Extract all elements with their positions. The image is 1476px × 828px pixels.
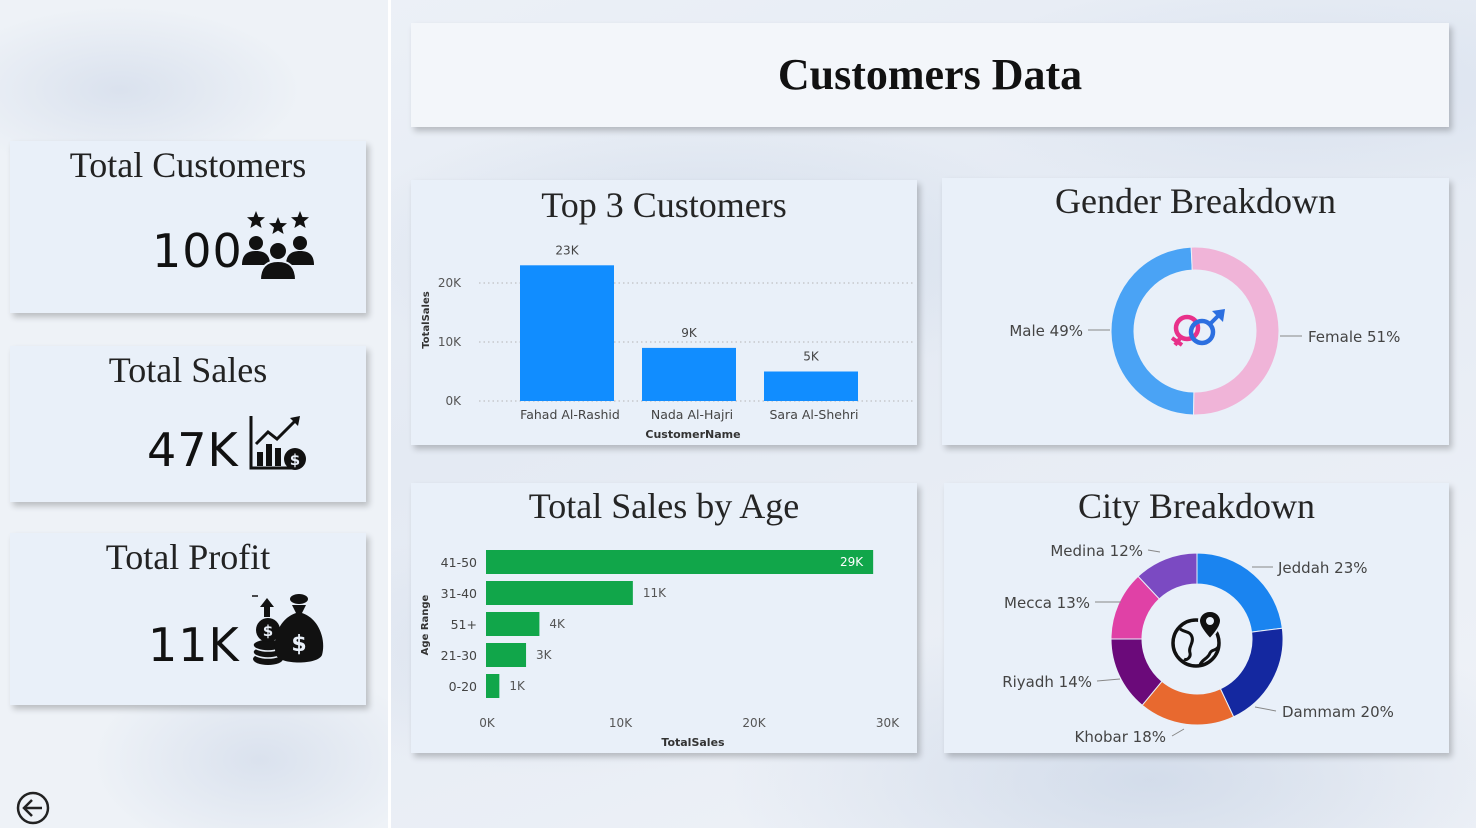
back-arrow-icon[interactable] — [16, 791, 50, 825]
sidebar-divider — [388, 0, 391, 828]
slice-label: Medina 12% — [1050, 542, 1143, 560]
bar — [642, 347, 736, 401]
kpi-value: 100 — [152, 224, 243, 278]
x-tick-label: 0K — [479, 716, 496, 730]
y-tick-label: 0K — [445, 394, 462, 408]
data-label: 3K — [536, 648, 553, 662]
y-tick-label: 51+ — [451, 617, 477, 632]
slice-label: Dammam 20% — [1282, 703, 1394, 721]
svg-text:$: $ — [263, 622, 273, 640]
kpi-card-total-sales: Total Sales 47K $ — [10, 346, 366, 502]
kpi-value: 11K — [148, 618, 240, 672]
slice-label: Male 49% — [1009, 322, 1083, 340]
y-tick-label: 41-50 — [441, 555, 477, 570]
x-tick-label: Sara Al-Shehri — [770, 407, 859, 422]
x-tick-label: 20K — [742, 716, 766, 730]
x-tick-label: 10K — [609, 716, 633, 730]
slice-label: Jeddah 23% — [1277, 559, 1368, 577]
leader-line — [1254, 706, 1277, 712]
slice-label: Female 51% — [1308, 328, 1400, 346]
y-axis-label: TotalSales — [421, 291, 432, 348]
data-label: 4K — [549, 617, 566, 631]
bar — [486, 550, 874, 574]
panel-gender-breakdown: Gender Breakdown Male 49% Female 51% — [942, 178, 1449, 445]
kpi-title: Total Sales — [108, 350, 268, 390]
x-tick-label: Nada Al-Hajri — [651, 407, 733, 422]
leader-line — [1147, 549, 1161, 553]
header-card: Customers Data — [411, 23, 1449, 127]
bar — [486, 643, 527, 667]
data-label: 5K — [803, 350, 820, 364]
city-donut-chart: Jeddah 23% Dammam 20% Khobar 18% Riyadh 14%… — [1002, 542, 1394, 746]
money-bags-icon: $ $ — [252, 594, 324, 665]
y-tick-label: 10K — [438, 335, 462, 349]
donut-slice — [1219, 627, 1284, 718]
kpi-title: Total Profit — [105, 537, 271, 577]
svg-text:$: $ — [290, 451, 300, 469]
y-tick-label: 21-30 — [441, 648, 477, 663]
kpi-title: Total Customers — [69, 145, 307, 185]
bar — [520, 265, 614, 401]
data-label: 23K — [555, 243, 579, 257]
panel-city-breakdown: City Breakdown Jeddah 23% Dammam 20% Khoba… — [944, 483, 1449, 753]
slice-label: Riyadh 14% — [1002, 673, 1092, 691]
globe-location-icon — [1171, 609, 1223, 668]
bar — [486, 581, 633, 605]
leader-line — [1096, 678, 1121, 682]
bar — [764, 371, 858, 401]
y-tick-label: 20K — [438, 276, 462, 290]
gender-symbols-icon — [1170, 309, 1225, 347]
x-axis-label: TotalSales — [661, 736, 725, 749]
kpi-card-total-profit: Total Profit 11K $ $ — [10, 533, 366, 705]
donut-slice — [1110, 246, 1195, 416]
slice-label: Khobar 18% — [1074, 728, 1166, 746]
x-axis-label: CustomerName — [645, 428, 740, 441]
kpi-card-total-customers: Total Customers 100 — [10, 141, 366, 313]
svg-text:$: $ — [291, 632, 306, 657]
leader-line — [1171, 728, 1185, 737]
x-tick-label: 30K — [876, 716, 900, 730]
sidebar: Total Customers 100 Total Sales 47K $ To… — [0, 0, 388, 828]
top-customers-chart: 0K 10K 20K TotalSales 23K Fahad Al-Rashid 9K Na… — [421, 243, 913, 441]
bar — [486, 612, 540, 636]
y-tick-label: 0-20 — [449, 679, 477, 694]
data-label: 11K — [643, 586, 667, 600]
customers-stars-icon — [242, 211, 314, 281]
y-tick-label: 31-40 — [441, 586, 477, 601]
data-label: 9K — [681, 326, 698, 340]
sales-growth-icon: $ — [249, 416, 306, 470]
gender-donut-chart: Male 49% Female 51% — [1009, 246, 1400, 416]
data-label: 1K — [509, 679, 526, 693]
sales-by-age-chart: 0K 10K 20K 30K 41-50 29K 31-40 11K 51+ 4K 21-30 3K 0… — [420, 550, 900, 749]
donut-slice — [1190, 246, 1280, 416]
panel-top-customers: Top 3 Customers 0K 10K 20K TotalSales 23K Fah… — [411, 180, 917, 445]
kpi-value: 47K — [147, 423, 239, 477]
slice-label: Mecca 13% — [1004, 594, 1090, 612]
panel-sales-by-age: Total Sales by Age 0K 10K 20K 30K 41-50 29K 31… — [411, 483, 917, 753]
data-label: 29K — [840, 555, 864, 569]
bar — [486, 674, 500, 698]
page-title: Customers Data — [777, 50, 1083, 99]
x-tick-label: Fahad Al-Rashid — [520, 407, 620, 422]
y-axis-label: Age Range — [420, 594, 431, 655]
